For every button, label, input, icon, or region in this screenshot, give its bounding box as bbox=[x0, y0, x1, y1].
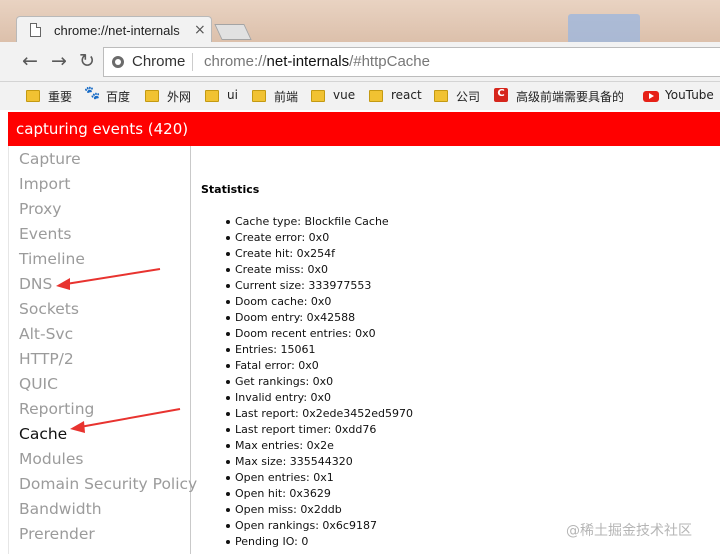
stat-item: Max entries: 0x2e bbox=[226, 438, 413, 454]
stat-item: Fatal error: 0x0 bbox=[226, 358, 413, 374]
bookmark-label: 百度 bbox=[106, 90, 131, 104]
browser-tab[interactable]: chrome://net-internals × bbox=[16, 16, 212, 44]
folder-icon bbox=[434, 90, 448, 102]
url-path: /#httpCache bbox=[349, 53, 430, 70]
bookmark-label: ui bbox=[227, 88, 238, 102]
stat-item: Doom entry: 0x42588 bbox=[226, 310, 413, 326]
statistics-list: Cache type: Blockfile Cache Create error… bbox=[226, 214, 413, 550]
stat-item: Current size: 333977553 bbox=[226, 278, 413, 294]
sidebar-item-events[interactable]: Events bbox=[19, 225, 71, 243]
stat-item: Cache type: Blockfile Cache bbox=[226, 214, 413, 230]
capture-status-text: capturing events (420) bbox=[16, 120, 189, 138]
address-bar[interactable]: Chrome chrome://net-internals/#httpCache bbox=[103, 47, 720, 77]
bookmark-label: 重要 bbox=[48, 90, 73, 104]
csdn-icon: C bbox=[494, 88, 508, 102]
browser-toolbar: ← → ↻ Chrome chrome://net-internals/#htt… bbox=[0, 42, 720, 82]
baidu-paw-icon: 🐾 bbox=[84, 86, 101, 101]
site-chip[interactable]: Chrome bbox=[132, 53, 185, 70]
sidebar-item-prerender[interactable]: Prerender bbox=[19, 525, 95, 543]
tab-title: chrome://net-internals bbox=[54, 23, 180, 38]
stat-item: Entries: 15061 bbox=[226, 342, 413, 358]
stat-item: Pending IO: 0 bbox=[226, 534, 413, 550]
reload-icon[interactable]: ↻ bbox=[77, 51, 97, 71]
bookmark-label: 高级前端需要具备的 bbox=[516, 90, 623, 104]
folder-icon bbox=[26, 90, 40, 102]
sidebar-item-domain-security-policy[interactable]: Domain Security Policy bbox=[19, 475, 197, 493]
sidebar-item-capture[interactable]: Capture bbox=[19, 150, 81, 168]
back-arrow-icon[interactable]: ← bbox=[20, 51, 40, 71]
omnibox-divider bbox=[192, 53, 193, 71]
stat-item: Create error: 0x0 bbox=[226, 230, 413, 246]
sidebar-item-quic[interactable]: QUIC bbox=[19, 375, 58, 393]
bookmark-label: 外网 bbox=[167, 90, 192, 104]
sidebar-item-proxy[interactable]: Proxy bbox=[19, 200, 61, 218]
capture-status-bar: capturing events (420) bbox=[8, 112, 720, 146]
page-icon bbox=[30, 23, 41, 37]
bookmark-label: 公司 bbox=[456, 90, 481, 104]
stat-item: Last report: 0x2ede3452ed5970 bbox=[226, 407, 413, 420]
sidebar-item-http2[interactable]: HTTP/2 bbox=[19, 350, 74, 368]
tab-title-fade bbox=[177, 19, 195, 41]
stat-item: Open entries: 0x1 bbox=[226, 470, 413, 486]
folder-icon bbox=[145, 90, 159, 102]
stat-item: Create hit: 0x254f bbox=[226, 246, 413, 262]
statistics-heading: Statistics bbox=[201, 183, 260, 196]
folder-icon bbox=[205, 90, 219, 102]
sidebar-item-modules[interactable]: Modules bbox=[19, 450, 83, 468]
stat-item: Last report timer: 0xdd76 bbox=[226, 422, 413, 438]
url-scheme: chrome:// bbox=[204, 53, 267, 70]
close-tab-icon[interactable]: × bbox=[194, 22, 206, 38]
stat-item: Invalid entry: 0x0 bbox=[226, 390, 413, 406]
stat-item: Open rankings: 0x6c9187 bbox=[226, 518, 413, 534]
net-internals-sidebar: Capture Import Proxy Events Timeline DNS… bbox=[8, 146, 197, 554]
youtube-icon bbox=[643, 91, 659, 102]
chrome-icon bbox=[112, 56, 124, 68]
watermark-text: @稀土掘金技术社区 bbox=[566, 523, 692, 539]
sidebar-item-dns[interactable]: DNS bbox=[19, 275, 52, 293]
sidebar-item-cache[interactable]: Cache bbox=[19, 425, 67, 443]
sidebar-item-import[interactable]: Import bbox=[19, 175, 70, 193]
stat-item: Doom recent entries: 0x0 bbox=[226, 326, 413, 342]
stat-item: Create miss: 0x0 bbox=[226, 262, 413, 278]
bookmarks-bar: 重要 🐾 百度 外网 ui 前端 vue react 公司 C 高级前端需要具备… bbox=[0, 82, 720, 110]
bookmark-label: YouTube bbox=[665, 88, 714, 102]
sidebar-item-alt-svc[interactable]: Alt-Svc bbox=[19, 325, 73, 343]
sidebar-item-timeline[interactable]: Timeline bbox=[19, 250, 85, 268]
sidebar-item-sockets[interactable]: Sockets bbox=[19, 300, 79, 318]
stat-item: Doom cache: 0x0 bbox=[226, 294, 413, 310]
stat-item: Get rankings: 0x0 bbox=[226, 374, 413, 390]
bookmark-label: 前端 bbox=[274, 90, 299, 104]
stat-item: Open miss: 0x2ddb bbox=[226, 502, 413, 518]
url-host: net-internals bbox=[266, 53, 350, 70]
folder-icon bbox=[369, 90, 383, 102]
bookmark-label: react bbox=[391, 88, 422, 102]
folder-icon bbox=[311, 90, 325, 102]
stat-item: Max size: 335544320 bbox=[226, 454, 413, 470]
new-tab-button[interactable] bbox=[214, 24, 252, 40]
sidebar-item-bandwidth[interactable]: Bandwidth bbox=[19, 500, 102, 518]
sidebar-item-reporting[interactable]: Reporting bbox=[19, 400, 94, 418]
stat-item: Open hit: 0x3629 bbox=[226, 486, 413, 502]
window-control-button[interactable] bbox=[568, 14, 640, 44]
url-text[interactable]: chrome://net-internals/#httpCache bbox=[204, 53, 430, 70]
tab-strip: chrome://net-internals × bbox=[0, 0, 720, 44]
forward-arrow-icon[interactable]: → bbox=[49, 51, 69, 71]
bookmark-label: vue bbox=[333, 88, 356, 102]
cache-panel: Statistics Cache type: Blockfile Cache C… bbox=[200, 146, 720, 554]
folder-icon bbox=[252, 90, 266, 102]
